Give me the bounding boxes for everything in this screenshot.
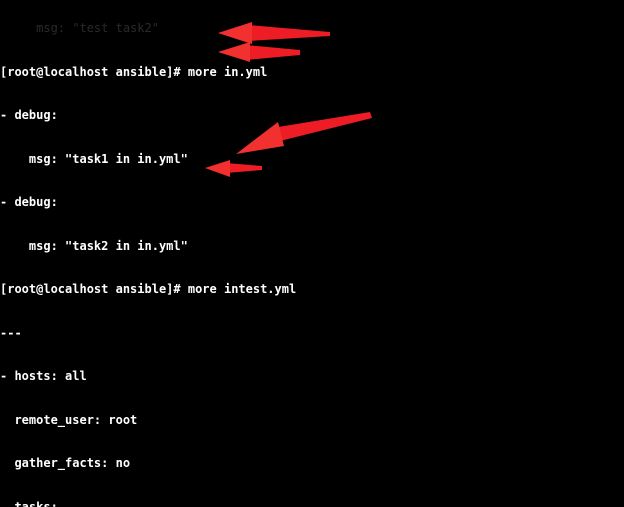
terminal-line: - hosts: all [0, 369, 87, 383]
terminal-line: msg: "test task2" [0, 21, 159, 35]
terminal-line-prompt-more-intestyml: [root@localhost ansible]# more intest.ym… [0, 282, 297, 296]
terminal-window[interactable]: msg: "test task2" [root@localhost ansibl… [0, 0, 624, 507]
terminal-line: remote_user: root [0, 412, 138, 427]
terminal-screen-buffer: msg: "test task2" [root@localhost ansibl… [0, 0, 624, 507]
terminal-line: tasks: [0, 499, 58, 507]
terminal-line: - debug: [0, 108, 58, 122]
terminal-line-prompt-more-inyml: [root@localhost ansible]# more in.yml [0, 64, 268, 79]
terminal-line: msg: "task1 in in.yml" [0, 151, 188, 166]
terminal-line: gather_facts: no [0, 456, 131, 470]
terminal-line: - debug: [0, 195, 58, 209]
terminal-line: --- [0, 325, 22, 340]
terminal-line: msg: "task2 in in.yml" [0, 238, 188, 253]
